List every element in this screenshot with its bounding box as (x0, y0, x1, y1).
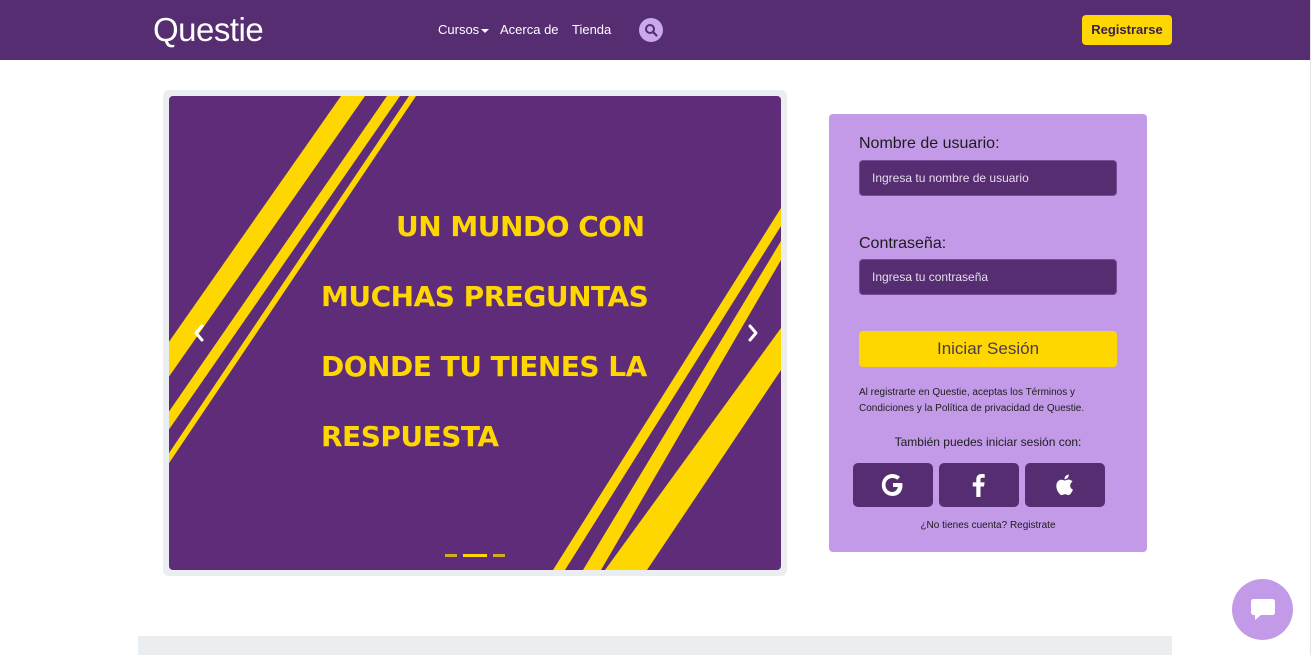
nav-cursos-label: Cursos (438, 22, 480, 37)
chevron-right-icon (748, 324, 758, 342)
carousel-indicator-2[interactable] (463, 554, 487, 557)
scrollbar[interactable] (1310, 0, 1315, 655)
apple-login-button[interactable] (1025, 463, 1105, 507)
nav-tienda[interactable]: Tienda (572, 22, 611, 37)
slide-line-3: DONDE TU TIENES LA (321, 350, 647, 383)
google-login-button[interactable] (853, 463, 933, 507)
password-label: Contraseña: (859, 235, 947, 252)
nav-acerca-de[interactable]: Acerca de (500, 22, 559, 37)
top-navbar: Questie Cursos Acerca de Tienda Registra… (0, 0, 1310, 60)
chevron-down-icon (481, 28, 490, 33)
stripes-decoration (169, 96, 781, 570)
chat-icon (1251, 599, 1275, 620)
search-icon (645, 24, 658, 37)
login-button[interactable]: Iniciar Sesión (859, 331, 1117, 367)
facebook-icon (972, 474, 985, 497)
logo[interactable]: Questie (153, 11, 264, 49)
username-input[interactable] (859, 160, 1117, 196)
footer-strip (138, 636, 1172, 655)
facebook-login-button[interactable] (939, 463, 1019, 507)
signup-link[interactable]: ¿No tienes cuenta? Registrate (829, 520, 1147, 531)
terms-text: Al registrarte en Questie, aceptas los T… (859, 387, 1085, 414)
carousel-indicator-1[interactable] (445, 554, 457, 557)
apple-icon (1056, 474, 1073, 496)
slide-line-4: RESPUESTA (321, 420, 499, 453)
username-label: Nombre de usuario: (859, 135, 1000, 152)
password-input[interactable] (859, 259, 1117, 295)
hero-carousel: UN MUNDO CON MUCHAS PREGUNTAS DONDE TU T… (169, 96, 781, 570)
nav-cursos[interactable]: Cursos (438, 22, 490, 37)
chevron-left-icon (194, 324, 204, 342)
register-button[interactable]: Registrarse (1082, 15, 1172, 45)
chat-button[interactable] (1232, 579, 1293, 640)
search-button[interactable] (639, 18, 663, 42)
carousel-indicator-3[interactable] (493, 554, 505, 557)
carousel-prev-button[interactable] (187, 318, 211, 348)
carousel-next-button[interactable] (741, 318, 765, 348)
login-panel: Nombre de usuario: Contraseña: Iniciar S… (829, 114, 1147, 552)
slide-line-1: UN MUNDO CON (396, 210, 645, 243)
social-login-label: También puedes iniciar sesión con: (894, 435, 1082, 449)
slide-line-2: MUCHAS PREGUNTAS (321, 280, 649, 313)
google-icon (881, 474, 903, 496)
